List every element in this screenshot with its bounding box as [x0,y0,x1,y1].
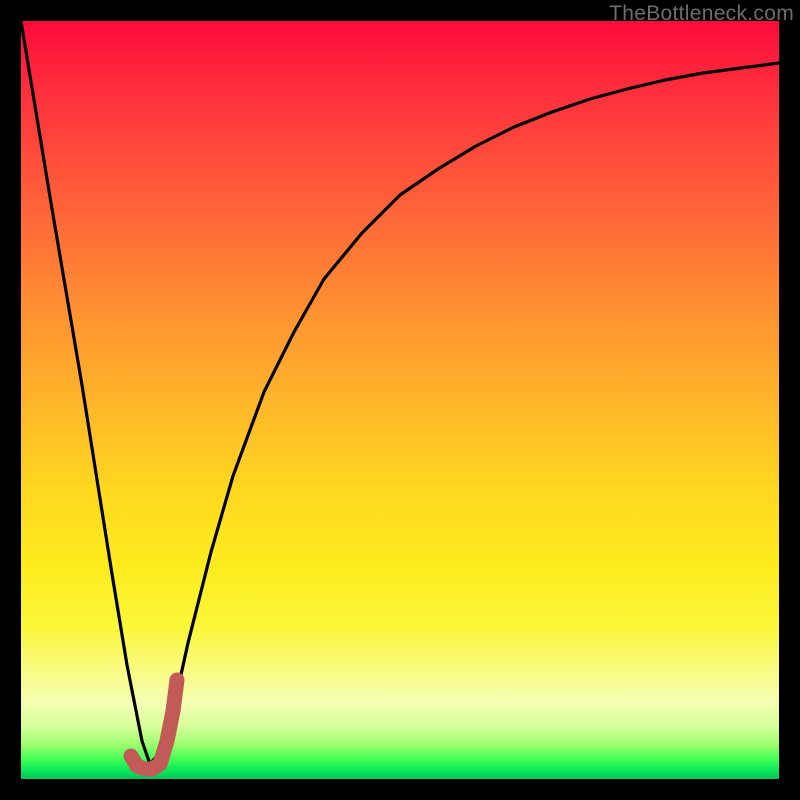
plot-area [21,21,779,779]
chart-svg [21,21,779,779]
chart-frame: TheBottleneck.com [0,0,800,800]
bottleneck-curve [21,21,779,764]
watermark-text: TheBottleneck.com [609,2,794,26]
